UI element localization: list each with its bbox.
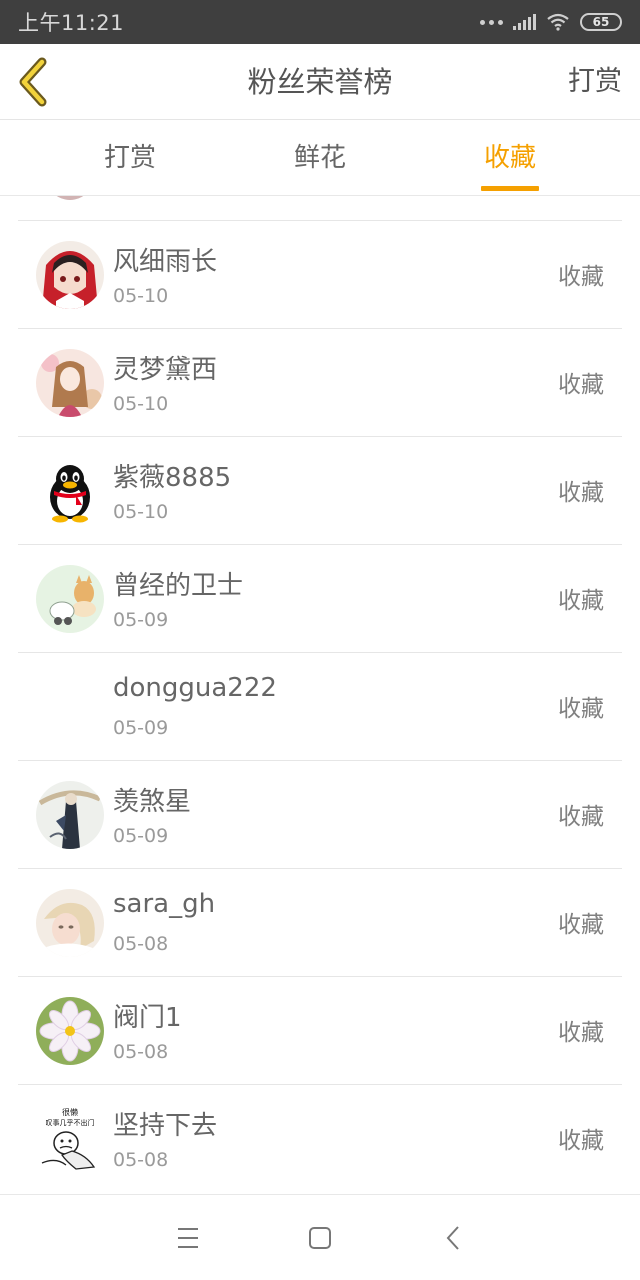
user-name: 阀门1 [113,1003,182,1033]
favorite-label: 收藏 [558,912,604,938]
fan-list[interactable]: 风细雨长 05-10 收藏 灵梦黛西 05-10 收藏 紫薇8885 05-10… [0,196,640,1194]
tab-bar: 打赏 鲜花 收藏 [0,120,640,196]
avatar: 很懒 叹事几乎不出门 [36,1105,104,1173]
screen: 上午11:21 65 粉丝荣誉榜 打赏 打赏 鲜花 收藏 风细雨长 05-10 … [0,0,640,1280]
avatar [36,349,104,417]
date: 05-10 [113,501,169,523]
status-bar: 上午11:21 65 [0,0,640,44]
favorite-label: 收藏 [558,264,604,290]
meme-text-line2: 叹事几乎不出门 [46,1118,95,1127]
tab-flowers[interactable]: 鲜花 [280,120,360,196]
status-icons: 65 [480,13,622,31]
date: 05-10 [113,285,169,307]
avatar [46,196,94,200]
date: 05-08 [113,933,169,955]
date: 05-08 [113,1149,169,1171]
list-item[interactable]: 羡煞星 05-09 收藏 [18,760,622,868]
status-time: 上午11:21 [18,11,125,35]
meme-text-line1: 很懒 [62,1107,78,1117]
date: 05-09 [113,717,169,739]
wifi-icon [547,13,569,31]
back-icon [446,1226,459,1250]
date: 05-10 [113,393,169,415]
user-name: 曾经的卫士 [113,571,244,601]
home-button[interactable] [302,1221,338,1255]
user-name: donggua222 [113,673,277,703]
list-item[interactable]: 阀门1 05-08 收藏 [18,976,622,1084]
system-nav-bar [0,1194,640,1280]
avatar [36,565,104,633]
page-title: 粉丝荣誉榜 [247,65,393,99]
more-dots-icon [480,19,503,25]
title-bar: 粉丝荣誉榜 打赏 [0,44,640,120]
user-name: sara_gh [113,889,216,919]
user-name: 风细雨长 [113,247,218,277]
date: 05-08 [113,1041,169,1063]
list-item[interactable]: donggua222 05-09 收藏 [18,652,622,760]
favorite-label: 收藏 [558,696,604,722]
user-name: 紫薇8885 [113,463,232,493]
avatar [36,457,104,525]
list-item[interactable]: 很懒 叹事几乎不出门 坚持下去 05-08 收藏 [18,1084,622,1192]
favorite-label: 收藏 [558,804,604,830]
nav-back-button[interactable] [436,1221,472,1255]
list-item[interactable]: 风细雨长 05-10 收藏 [18,220,622,328]
menu-button[interactable] [170,1221,206,1255]
tab-indicator [481,186,539,191]
tab-favorites[interactable]: 收藏 [470,120,550,196]
favorite-label: 收藏 [558,588,604,614]
favorite-label: 收藏 [558,480,604,506]
avatar [36,889,104,957]
user-name: 灵梦黛西 [113,355,218,385]
menu-icon [178,1228,198,1248]
list-item[interactable]: 紫薇8885 05-10 收藏 [18,436,622,544]
date: 05-09 [113,825,169,847]
date: 05-09 [113,609,169,631]
tab-reward[interactable]: 打赏 [90,120,170,196]
avatar [36,781,104,849]
back-button[interactable] [14,56,54,108]
avatar [36,997,104,1065]
reward-button[interactable]: 打赏 [568,44,622,120]
favorite-label: 收藏 [558,1128,604,1154]
home-icon [309,1227,331,1249]
battery-icon: 65 [580,13,622,31]
avatar [36,241,104,309]
favorite-label: 收藏 [558,1020,604,1046]
list-item[interactable]: sara_gh 05-08 收藏 [18,868,622,976]
list-item[interactable]: 曾经的卫士 05-09 收藏 [18,544,622,652]
list-item[interactable]: 灵梦黛西 05-10 收藏 [18,328,622,436]
chevron-left-icon [19,57,47,107]
signal-icon [513,14,536,30]
user-name: 坚持下去 [113,1111,218,1141]
favorite-label: 收藏 [558,372,604,398]
user-name: 羡煞星 [113,787,192,817]
